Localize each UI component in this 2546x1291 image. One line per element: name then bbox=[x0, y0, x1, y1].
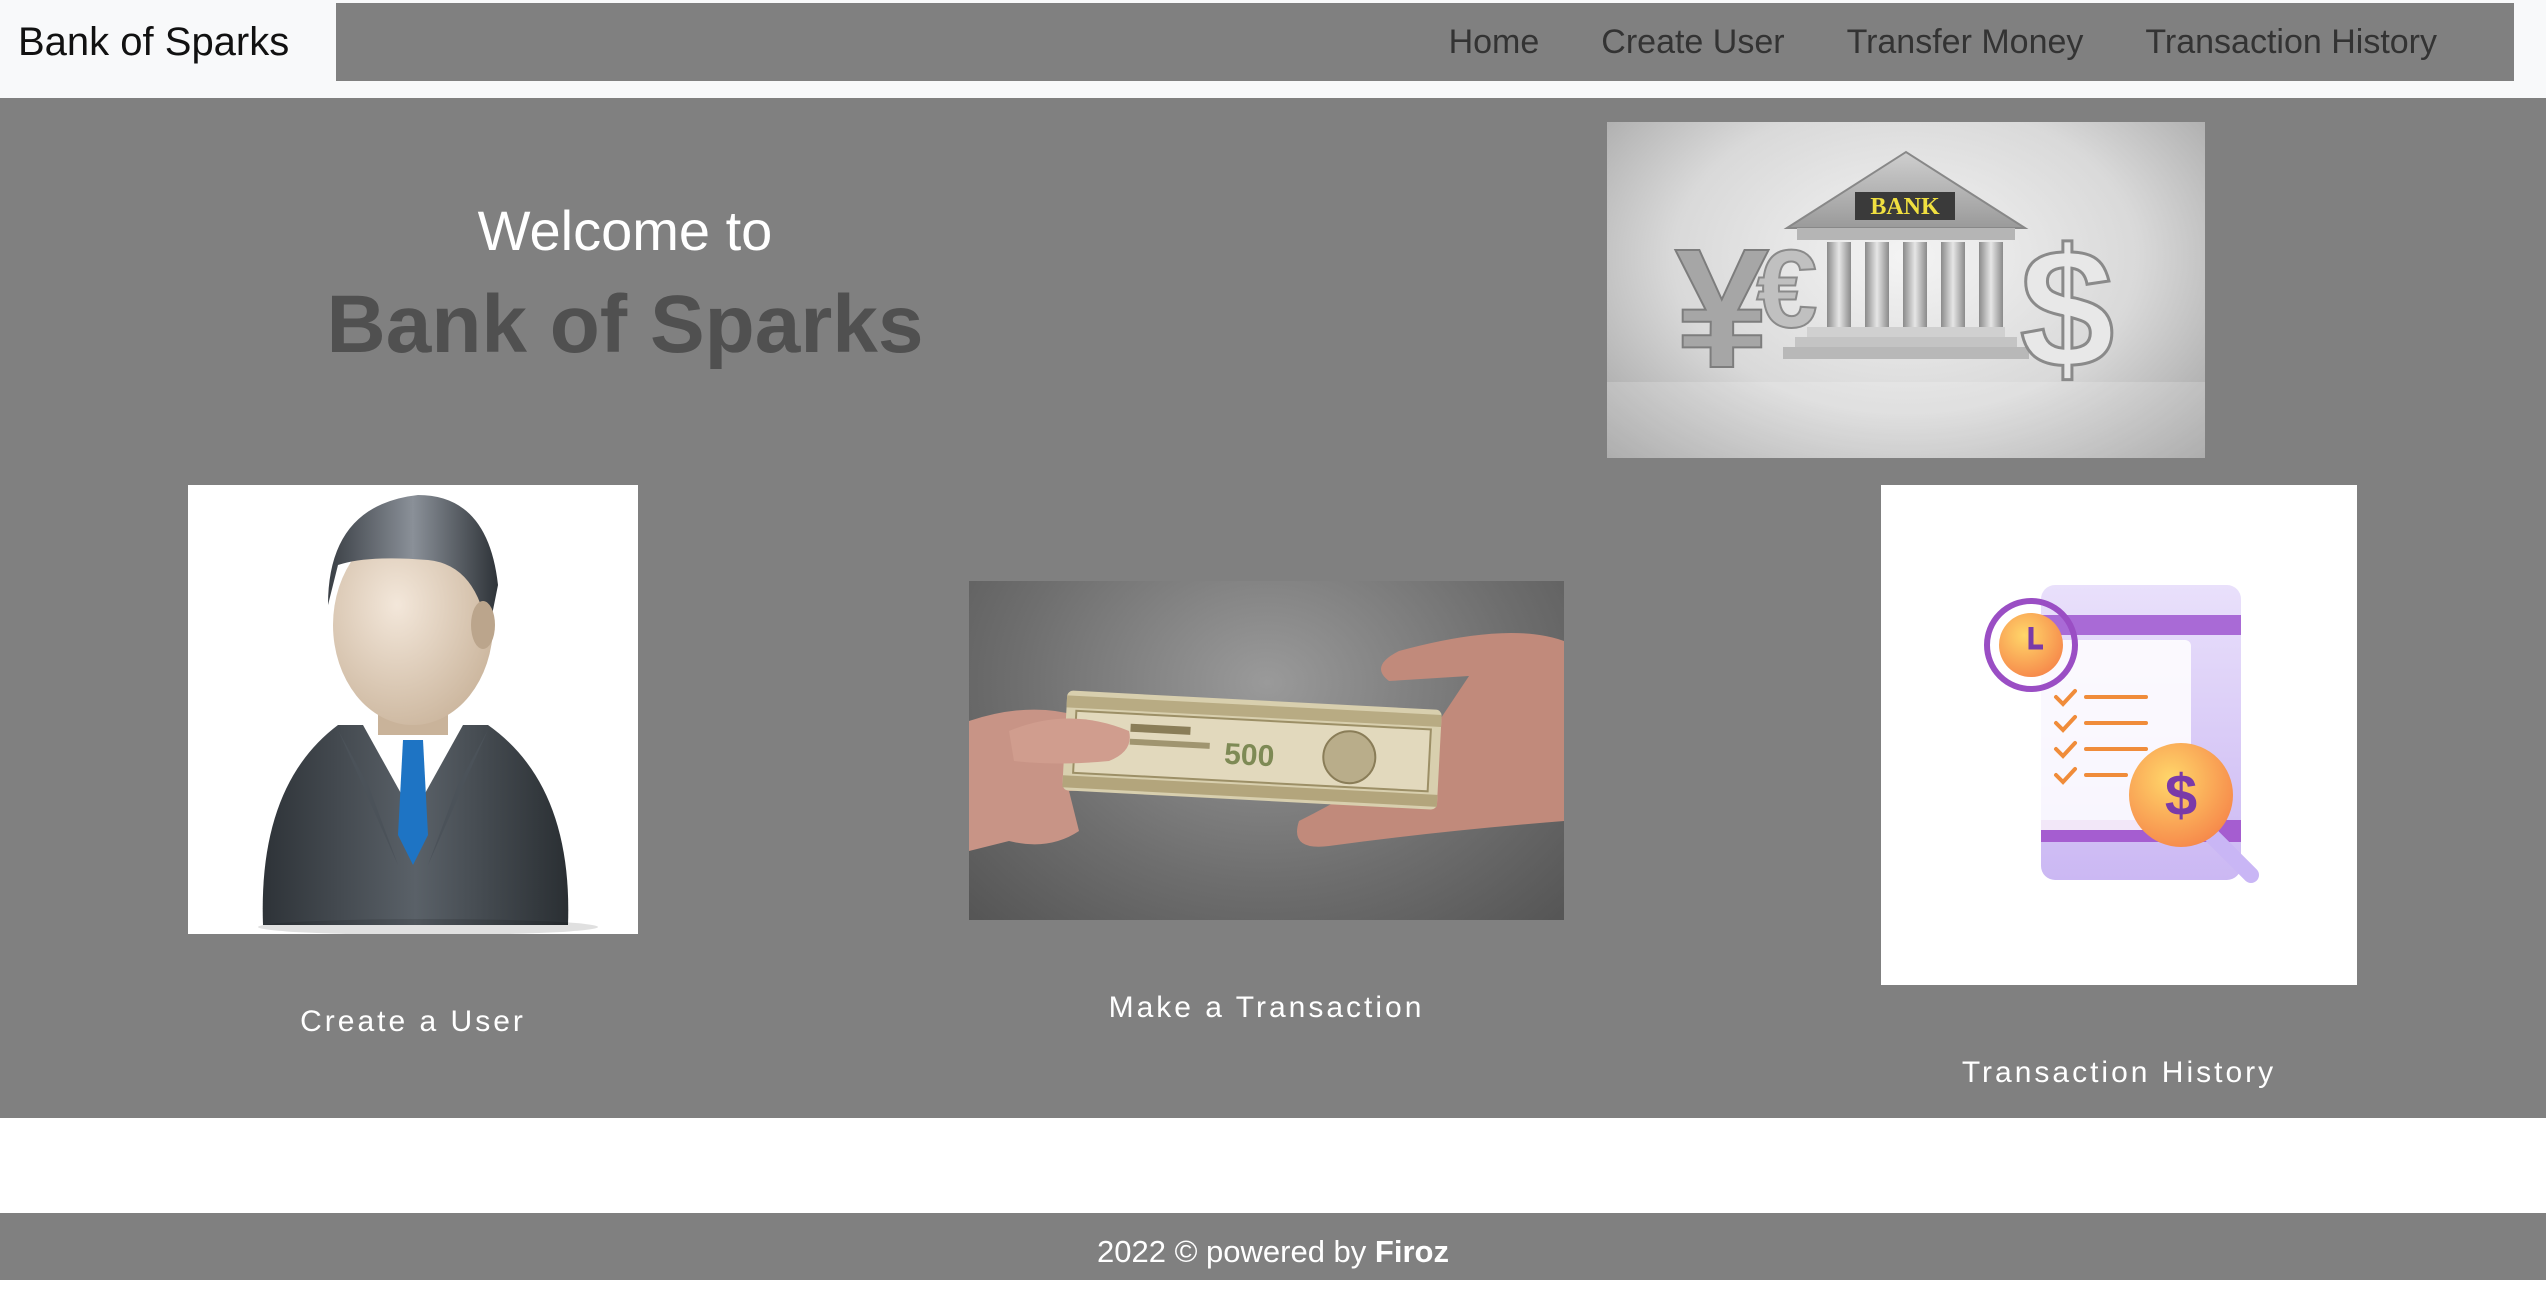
footer: 2022 © powered by Firoz bbox=[0, 1213, 2546, 1280]
user-avatar-illustration[interactable] bbox=[188, 485, 638, 934]
svg-text:€: € bbox=[1756, 228, 1817, 351]
history-illustration[interactable]: $ bbox=[1881, 485, 2357, 985]
svg-text:$: $ bbox=[2165, 763, 2197, 828]
nav-strip: Home Create User Transfer Money Transact… bbox=[336, 3, 2514, 81]
svg-text:500: 500 bbox=[1223, 738, 1275, 774]
svg-text:¥: ¥ bbox=[1675, 214, 1770, 404]
nav-links: Home Create User Transfer Money Transact… bbox=[1418, 3, 2468, 81]
transaction-history-label[interactable]: Transaction History bbox=[1881, 1056, 2357, 1090]
nav-link-transfer-money[interactable]: Transfer Money bbox=[1816, 3, 2115, 81]
bank-title: Bank of Sparks bbox=[326, 279, 924, 370]
welcome-heading: Welcome to bbox=[477, 199, 773, 262]
navbar: Bank of Sparks Home Create User Transfer… bbox=[0, 0, 2546, 98]
footer-text: 2022 © powered by bbox=[1097, 1234, 1375, 1269]
make-transaction-label[interactable]: Make a Transaction bbox=[969, 991, 1564, 1025]
nav-link-home[interactable]: Home bbox=[1418, 3, 1571, 81]
main-section: Welcome to Bank of Sparks BANK ¥ € $ 500… bbox=[0, 98, 2546, 1118]
bank-illustration: BANK ¥ € $ bbox=[1607, 122, 2205, 458]
create-user-label[interactable]: Create a User bbox=[188, 1005, 638, 1039]
brand-link[interactable]: Bank of Sparks bbox=[18, 18, 289, 66]
nav-link-transaction-history[interactable]: Transaction History bbox=[2114, 3, 2468, 81]
money-transaction-photo[interactable]: 500 bbox=[969, 581, 1564, 920]
nav-link-create-user[interactable]: Create User bbox=[1570, 3, 1815, 81]
footer-author: Firoz bbox=[1374, 1234, 1449, 1269]
svg-text:$: $ bbox=[2020, 214, 2115, 404]
bank-sign-text: BANK bbox=[1870, 194, 1940, 220]
